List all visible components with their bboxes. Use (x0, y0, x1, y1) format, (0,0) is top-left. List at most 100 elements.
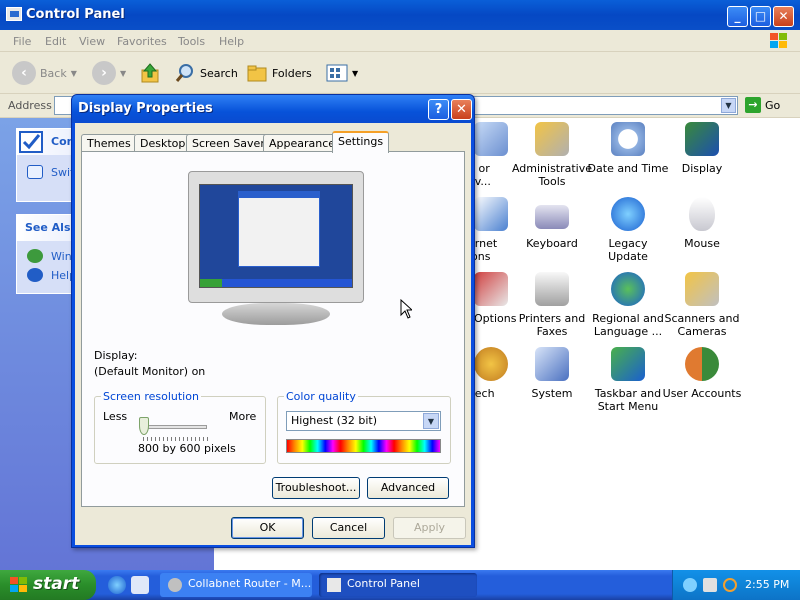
user-accounts-item[interactable]: User Accounts (660, 347, 744, 400)
tab-appearance[interactable]: Appearance (263, 134, 342, 152)
taskbar-start-menu-item[interactable]: Taskbar and Start Menu (586, 347, 670, 413)
monitor-icon (188, 171, 364, 303)
date-time-item[interactable]: Date and Time (586, 122, 670, 175)
display-label: Display: (94, 349, 138, 362)
display-item[interactable]: Display (660, 122, 744, 175)
system-icon (535, 347, 569, 381)
go-button[interactable]: → Go (745, 97, 780, 113)
mouse-icon (689, 197, 715, 231)
network-icon[interactable] (683, 578, 697, 592)
display-icon (685, 122, 719, 156)
ok-button[interactable]: OK (231, 517, 304, 539)
volume-icon[interactable] (703, 578, 717, 592)
icon-label: Regional and Language ... (592, 312, 664, 338)
forward-button[interactable]: › ▼ (92, 60, 126, 86)
printers-faxes-item[interactable]: Printers and Faxes (510, 272, 594, 338)
forward-arrow-icon: › (92, 61, 116, 85)
menu-view[interactable]: View (79, 35, 105, 48)
task-collabnet-router[interactable]: Collabnet Router - M... (160, 573, 312, 597)
dialog-title: Display Properties (78, 101, 213, 116)
color-quality-value: Highest (32 bit) (291, 414, 378, 427)
resolution-slider[interactable] (145, 425, 207, 429)
toolbar: ‹ Back ▼ › ▼ Search Folders ▼ (0, 52, 800, 94)
tab-themes[interactable]: Themes (81, 134, 137, 152)
scanners-cameras-item[interactable]: Scanners and Cameras (660, 272, 744, 338)
help-button[interactable]: ? (428, 99, 449, 120)
system-item[interactable]: System (510, 347, 594, 400)
tab-settings[interactable]: Settings (332, 131, 390, 153)
start-label: start (33, 574, 80, 594)
troubleshoot-button[interactable]: Troubleshoot... (272, 477, 360, 499)
task-control-panel[interactable]: Control Panel (319, 573, 477, 597)
cancel-button[interactable]: Cancel (312, 517, 385, 539)
search-button[interactable]: Search (174, 60, 238, 86)
color-dropdown-icon[interactable]: ▼ (423, 413, 439, 429)
screen-resolution-group: Screen resolution Less More 800 by 600 p… (94, 390, 266, 464)
administrative-tools-icon (535, 122, 569, 156)
views-dropdown-icon[interactable]: ▼ (352, 69, 358, 78)
resolution-slider-thumb[interactable] (139, 417, 149, 435)
menu-favorites[interactable]: Favorites (117, 35, 167, 48)
menu-help[interactable]: Help (219, 35, 244, 48)
start-button[interactable]: start (0, 570, 96, 600)
minimize-button[interactable]: _ (727, 6, 748, 27)
printers-faxes-icon (535, 272, 569, 306)
keyboard-item[interactable]: Keyboard (510, 197, 594, 250)
keyboard-icon (535, 205, 569, 229)
scanners-cameras-icon (685, 272, 719, 306)
legacy-update-item[interactable]: Legacy Update (586, 197, 670, 263)
resolution-value: 800 by 600 pixels (138, 442, 236, 455)
up-folder-icon (141, 63, 159, 83)
maximize-button[interactable]: □ (750, 6, 771, 27)
clock[interactable]: 2:55 PM (745, 578, 789, 591)
tab-desktop[interactable]: Desktop (134, 134, 192, 152)
views-button[interactable]: ▼ (326, 60, 358, 86)
search-tray-icon[interactable] (723, 578, 737, 592)
menu-edit[interactable]: Edit (45, 35, 66, 48)
settings-panel: Display: (Default Monitor) on Screen res… (81, 151, 465, 507)
color-quality-select[interactable]: Highest (32 bit) ▼ (286, 411, 441, 431)
speech-icon (474, 347, 508, 381)
menu-file[interactable]: File (13, 35, 31, 48)
forward-dropdown-icon[interactable]: ▼ (120, 69, 126, 78)
windows-update-icon (27, 249, 43, 263)
internet-explorer-icon[interactable] (108, 576, 126, 594)
tab-screen-saver[interactable]: Screen Saver (186, 134, 271, 152)
search-icon (175, 64, 193, 82)
administrative-tools-item[interactable]: Administrative Tools (510, 122, 594, 188)
display-properties-dialog: Display Properties ? ✕ Themes Desktop Sc… (71, 94, 475, 548)
task-label: Collabnet Router - M... (188, 577, 312, 590)
control-panel-titlebar[interactable]: Control Panel _ □ ✕ (0, 0, 800, 30)
window-title: Control Panel (26, 7, 125, 22)
icon-label: Mouse (684, 237, 720, 250)
regional-language-item[interactable]: Regional and Language ... (586, 272, 670, 338)
icon-label: Scanners and Cameras (664, 312, 740, 338)
user-accounts-icon (685, 347, 719, 381)
add-remove-icon (474, 122, 508, 156)
apply-button[interactable]: Apply (393, 517, 466, 539)
advanced-button[interactable]: Advanced (367, 477, 449, 499)
dialog-body: Themes Desktop Screen Saver Appearance S… (75, 123, 471, 545)
back-button[interactable]: ‹ Back ▼ (12, 60, 77, 86)
close-button[interactable]: ✕ (773, 6, 794, 27)
back-dropdown-icon[interactable]: ▼ (71, 69, 77, 78)
mouse-item[interactable]: Mouse (660, 197, 744, 250)
windows-update-label: Win (51, 250, 72, 263)
dialog-close-button[interactable]: ✕ (451, 99, 472, 120)
windows-logo-icon (770, 33, 787, 48)
address-dropdown-icon[interactable]: ▼ (721, 98, 736, 113)
dialog-titlebar[interactable]: Display Properties ? ✕ (72, 95, 474, 123)
icon-label: Keyboard (526, 237, 578, 250)
go-label: Go (765, 98, 781, 112)
menu-tools[interactable]: Tools (178, 35, 205, 48)
up-folder-button[interactable] (140, 60, 162, 86)
back-arrow-icon: ‹ (12, 61, 36, 85)
help-support-icon (27, 268, 43, 282)
date-time-icon (611, 122, 645, 156)
folders-button[interactable]: Folders (246, 60, 312, 86)
taskbar-start-menu-icon (611, 347, 645, 381)
mini-taskbar (200, 279, 352, 287)
show-desktop-icon[interactable] (131, 576, 149, 594)
taskbar: start Collabnet Router - M... Control Pa… (0, 570, 800, 600)
monitor-preview (188, 171, 364, 329)
